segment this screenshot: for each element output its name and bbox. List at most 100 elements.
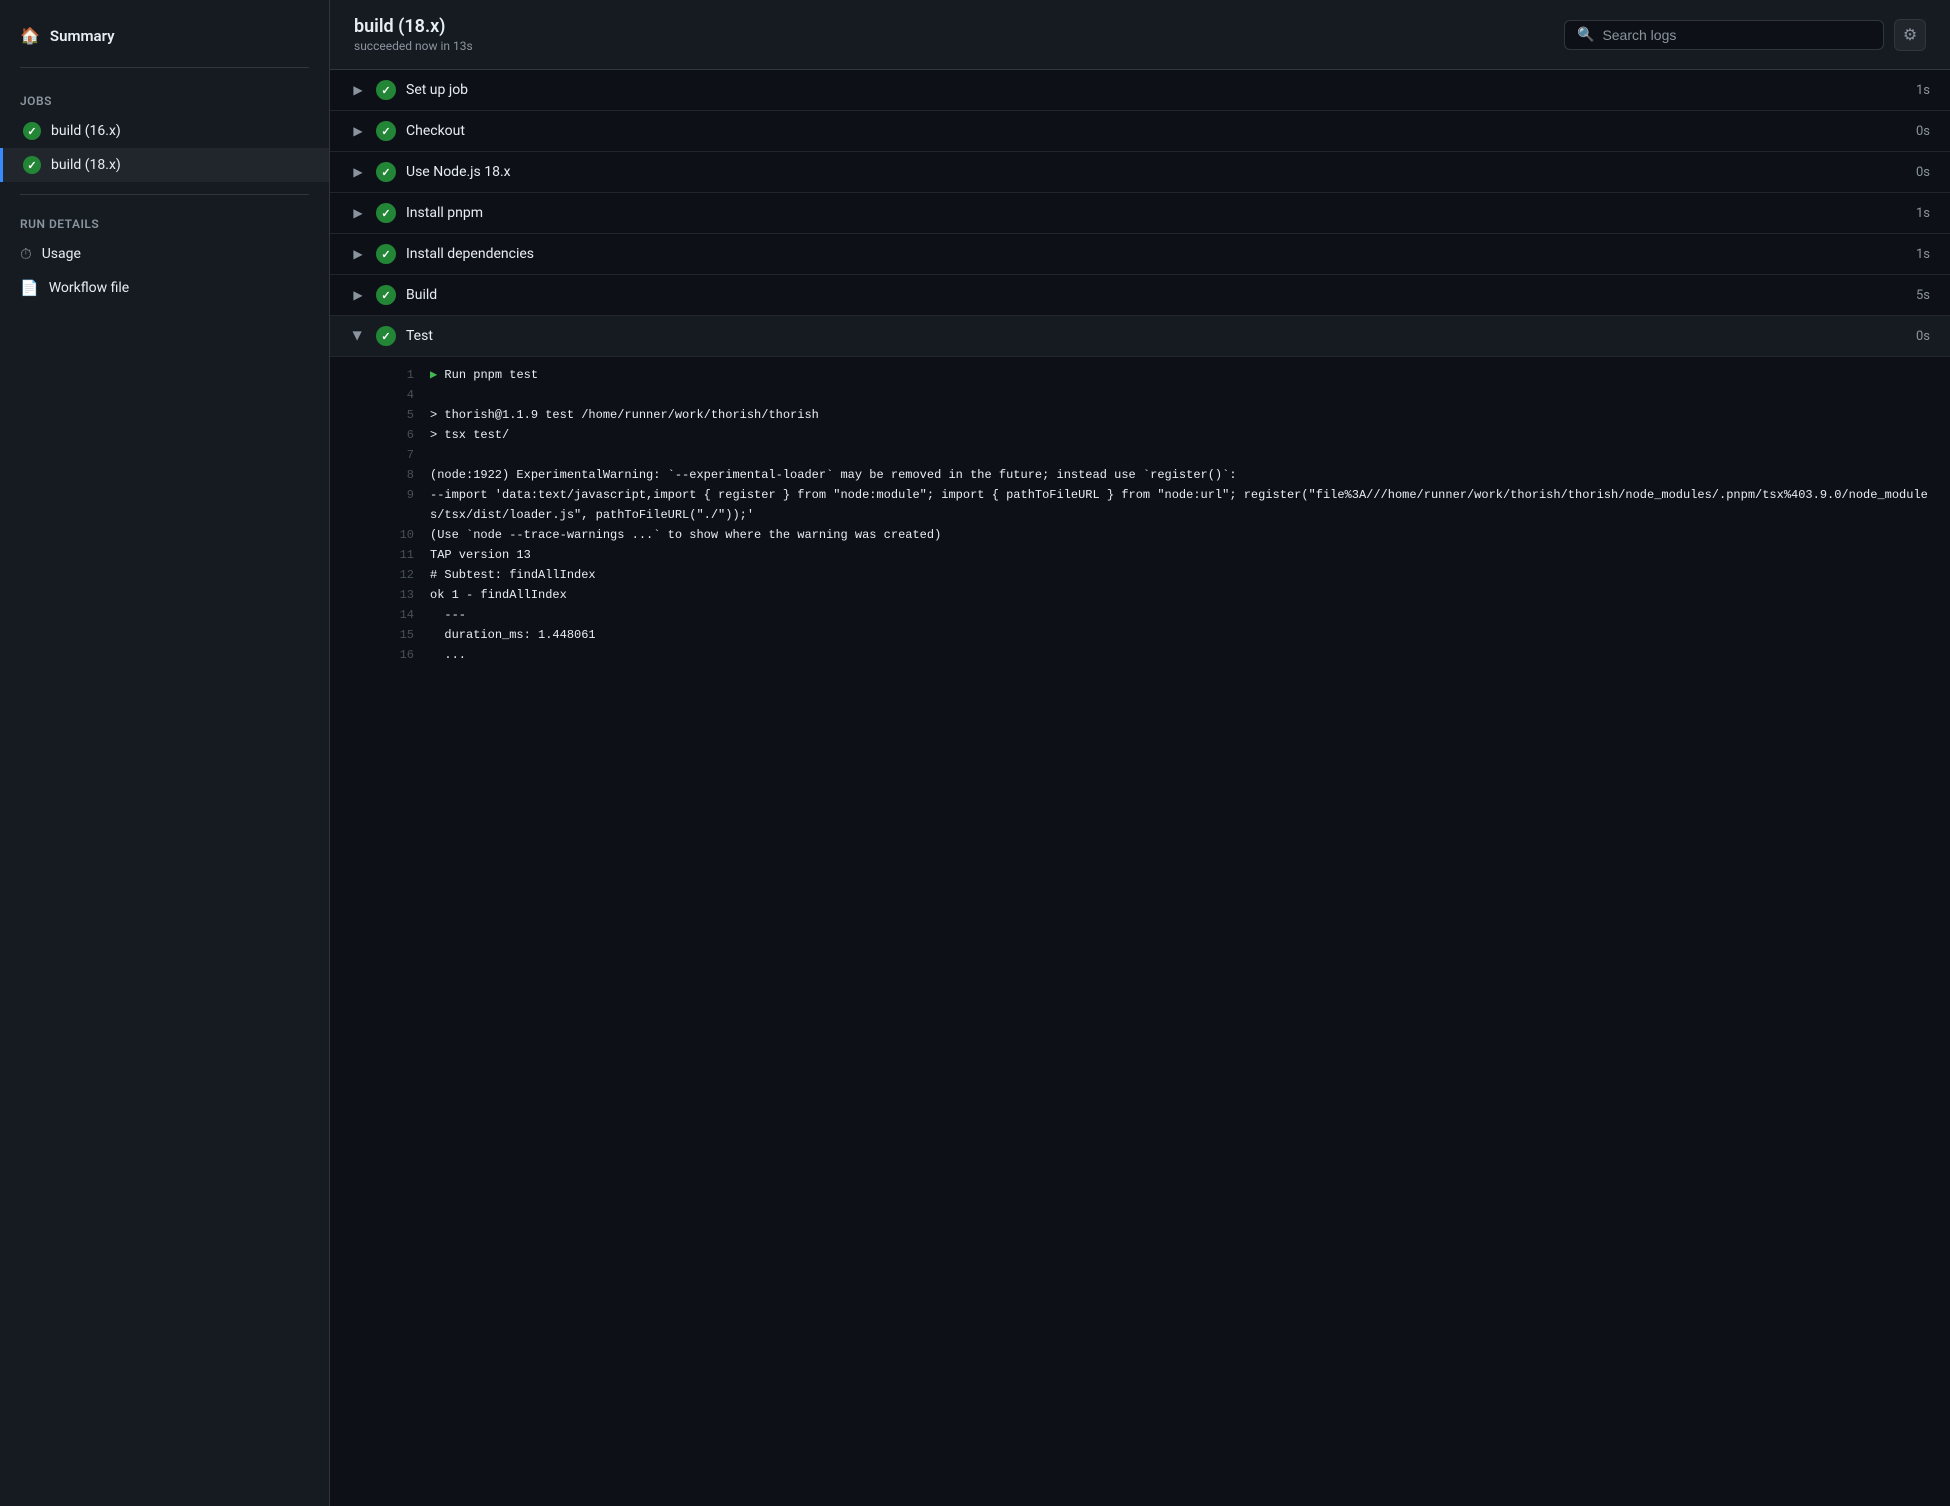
line-number: 4 [390, 385, 414, 405]
job-success-icon [23, 156, 41, 174]
search-input[interactable] [1602, 27, 1871, 43]
step-success-icon [376, 80, 396, 100]
step-success-icon [376, 203, 396, 223]
line-number: 9 [390, 485, 414, 525]
workflow-file-icon: 📄 [20, 279, 39, 297]
sidebar-usage-link[interactable]: ⏱ Usage [0, 237, 329, 271]
chevron-icon: ▶ [350, 206, 366, 220]
step-success-icon [376, 244, 396, 264]
line-content: ▶ Run pnpm test [430, 365, 1930, 385]
line-number: 8 [390, 465, 414, 485]
sidebar-item-build-18x[interactable]: build (18.x) [0, 148, 329, 182]
step-name: Test [406, 328, 1906, 344]
line-number: 16 [390, 645, 414, 665]
line-content: ... [430, 645, 1930, 665]
line-number: 5 [390, 405, 414, 425]
line-content: > tsx test/ [430, 425, 1930, 445]
header-info: build (18.x) succeeded now in 13s [354, 16, 473, 53]
log-line: 13 ok 1 - findAllIndex [390, 585, 1930, 605]
log-line: 10 (Use `node --trace-warnings ...` to s… [390, 525, 1930, 545]
step-name: Install dependencies [406, 246, 1906, 262]
log-line: 12 # Subtest: findAllIndex [390, 565, 1930, 585]
log-line: 7 [390, 445, 1930, 465]
job-success-icon [23, 122, 41, 140]
chevron-icon: ▶ [350, 124, 366, 138]
settings-button[interactable]: ⚙ [1894, 19, 1926, 51]
step-success-icon [376, 121, 396, 141]
step-duration: 1s [1916, 206, 1930, 221]
line-number: 12 [390, 565, 414, 585]
step-install-deps[interactable]: ▶ Install dependencies 1s [330, 234, 1950, 275]
jobs-section-title: Jobs [0, 80, 329, 114]
line-number: 6 [390, 425, 414, 445]
sidebar: 🏠 Summary Jobs build (16.x) build (18.x)… [0, 0, 330, 1506]
step-duration: 1s [1916, 247, 1930, 262]
main-content: build (18.x) succeeded now in 13s 🔍 ⚙ ▶ … [330, 0, 1950, 1506]
usage-label: Usage [42, 246, 81, 262]
line-content: > thorish@1.1.9 test /home/runner/work/t… [430, 405, 1930, 425]
step-set-up-job[interactable]: ▶ Set up job 1s [330, 70, 1950, 111]
log-line: 9 --import 'data:text/javascript,import … [390, 485, 1930, 525]
line-number: 13 [390, 585, 414, 605]
step-build[interactable]: ▶ Build 5s [330, 275, 1950, 316]
step-name: Build [406, 287, 1906, 303]
job-18x-label: build (18.x) [51, 157, 121, 173]
step-duration: 0s [1916, 124, 1930, 139]
home-icon: 🏠 [20, 26, 40, 45]
log-line: 11 TAP version 13 [390, 545, 1930, 565]
log-output: 1 ▶ Run pnpm test 4 5 > thorish@1.1.9 te… [330, 357, 1950, 673]
sidebar-divider [20, 67, 309, 68]
log-line: 14 --- [390, 605, 1930, 625]
line-content: ok 1 - findAllIndex [430, 585, 1930, 605]
log-line: 16 ... [390, 645, 1930, 665]
step-name: Set up job [406, 82, 1906, 98]
log-line: 4 [390, 385, 1930, 405]
step-success-icon [376, 285, 396, 305]
step-success-icon [376, 162, 396, 182]
search-box[interactable]: 🔍 [1564, 20, 1884, 50]
line-content: TAP version 13 [430, 545, 1930, 565]
log-line: 15 duration_ms: 1.448061 [390, 625, 1930, 645]
step-name: Use Node.js 18.x [406, 164, 1906, 180]
line-content: # Subtest: findAllIndex [430, 565, 1930, 585]
line-number: 14 [390, 605, 414, 625]
chevron-icon: ▶ [350, 247, 366, 261]
job-16x-label: build (16.x) [51, 123, 121, 139]
sidebar-divider-2 [20, 194, 309, 195]
main-header: build (18.x) succeeded now in 13s 🔍 ⚙ [330, 0, 1950, 70]
line-content: --- [430, 605, 1930, 625]
line-content: duration_ms: 1.448061 [430, 625, 1930, 645]
chevron-icon: ▶ [350, 288, 366, 302]
log-line: 8 (node:1922) ExperimentalWarning: `--ex… [390, 465, 1930, 485]
sidebar-item-build-16x[interactable]: build (16.x) [0, 114, 329, 148]
sidebar-summary-link[interactable]: 🏠 Summary [0, 16, 329, 55]
line-content: --import 'data:text/javascript,import { … [430, 485, 1930, 525]
log-line: 1 ▶ Run pnpm test [390, 365, 1930, 385]
step-success-icon [376, 326, 396, 346]
sidebar-summary-label: Summary [50, 27, 115, 45]
line-number: 7 [390, 445, 414, 465]
sidebar-workflow-file-link[interactable]: 📄 Workflow file [0, 271, 329, 305]
search-icon: 🔍 [1577, 27, 1594, 43]
line-number: 1 [390, 365, 414, 385]
step-name: Checkout [406, 123, 1906, 139]
step-checkout[interactable]: ▶ Checkout 0s [330, 111, 1950, 152]
step-duration: 5s [1916, 288, 1930, 303]
step-duration: 0s [1916, 329, 1930, 344]
log-line: 6 > tsx test/ [390, 425, 1930, 445]
step-duration: 1s [1916, 83, 1930, 98]
page-title: build (18.x) [354, 16, 473, 37]
chevron-icon: ▶ [350, 83, 366, 97]
line-number: 11 [390, 545, 414, 565]
line-number: 15 [390, 625, 414, 645]
step-duration: 0s [1916, 165, 1930, 180]
step-name: Install pnpm [406, 205, 1906, 221]
step-use-nodejs[interactable]: ▶ Use Node.js 18.x 0s [330, 152, 1950, 193]
line-number: 10 [390, 525, 414, 545]
line-content: (node:1922) ExperimentalWarning: `--expe… [430, 465, 1930, 485]
chevron-icon: ▶ [350, 165, 366, 179]
step-install-pnpm[interactable]: ▶ Install pnpm 1s [330, 193, 1950, 234]
line-content: (Use `node --trace-warnings ...` to show… [430, 525, 1930, 545]
step-test[interactable]: ▶ Test 0s [330, 316, 1950, 357]
log-line: 5 > thorish@1.1.9 test /home/runner/work… [390, 405, 1930, 425]
